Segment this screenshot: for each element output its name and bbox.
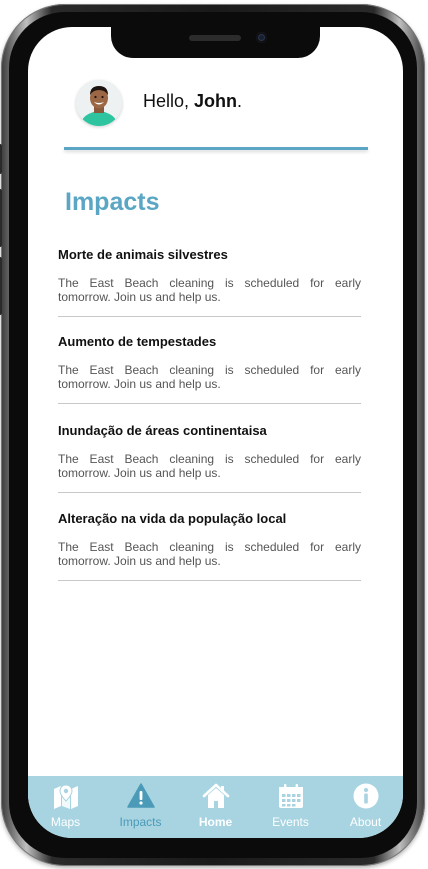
impact-title: Inundação de áreas continentaisa xyxy=(58,423,267,438)
bottom-nav: Maps Impacts Home Events About xyxy=(28,776,403,838)
header-divider xyxy=(64,147,368,150)
nav-item-about[interactable]: About xyxy=(328,776,403,838)
impact-title: Morte de animais silvestres xyxy=(58,247,228,262)
nav-label: Impacts xyxy=(119,815,162,829)
nav-item-home[interactable]: Home xyxy=(178,776,253,838)
impact-item[interactable]: Inundação de áreas continentaisa The Eas… xyxy=(58,423,361,493)
nav-label: Home xyxy=(198,815,233,829)
warning-icon xyxy=(126,783,155,808)
greeting: Hello, John. xyxy=(143,91,242,112)
page-title: Impacts xyxy=(65,188,160,216)
nav-label: About xyxy=(349,815,382,829)
impact-description: The East Beach cleaning is scheduled for… xyxy=(58,276,361,304)
impact-title: Aumento de tempestades xyxy=(58,334,217,349)
app-screen: Hello, John. Impacts Morte de animais si… xyxy=(28,27,403,838)
front-camera xyxy=(256,32,267,43)
mute-switch xyxy=(0,144,2,174)
nav-label: Maps xyxy=(50,815,81,829)
user-name: John xyxy=(194,91,238,111)
home-icon xyxy=(202,783,229,808)
greeting-suffix: . xyxy=(237,91,243,111)
impact-description: The East Beach cleaning is scheduled for… xyxy=(58,363,361,391)
info-icon xyxy=(353,783,378,809)
impact-title: Alteração na vida da população local xyxy=(58,511,287,526)
phone-notch xyxy=(111,27,320,58)
avatar[interactable] xyxy=(76,80,122,126)
speaker-grille xyxy=(189,35,241,41)
volume-up-button xyxy=(0,189,2,247)
impact-item[interactable]: Morte de animais silvestres The East Bea… xyxy=(58,247,361,317)
volume-down-button xyxy=(0,257,2,315)
map-icon xyxy=(53,784,78,809)
nav-item-maps[interactable]: Maps xyxy=(28,776,103,838)
user-avatar-image xyxy=(76,80,122,126)
greeting-prefix: Hello, xyxy=(143,91,190,111)
nav-item-events[interactable]: Events xyxy=(253,776,328,838)
impact-item[interactable]: Aumento de tempestades The East Beach cl… xyxy=(58,334,361,404)
nav-label: Events xyxy=(272,815,309,829)
calendar-icon xyxy=(278,784,303,808)
nav-item-impacts[interactable]: Impacts xyxy=(103,776,178,838)
impact-item[interactable]: Alteração na vida da população local The… xyxy=(58,511,361,581)
impact-description: The East Beach cleaning is scheduled for… xyxy=(58,540,361,568)
impact-description: The East Beach cleaning is scheduled for… xyxy=(58,452,361,480)
